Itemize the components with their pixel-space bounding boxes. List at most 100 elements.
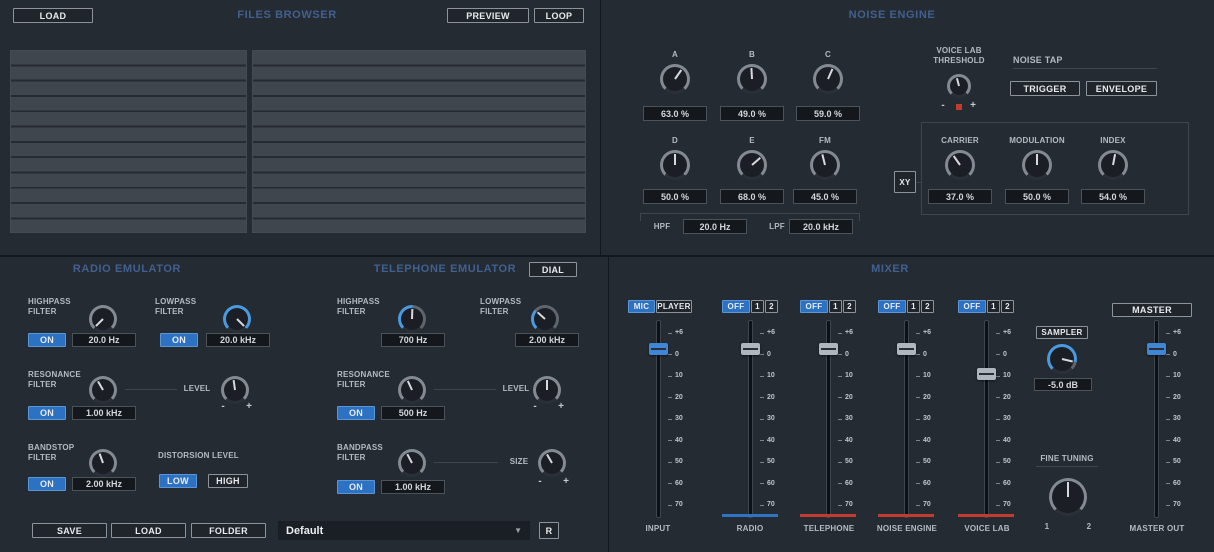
knob-a-label: A (645, 50, 705, 60)
radio-level-knob[interactable] (221, 376, 249, 404)
xy-button[interactable]: XY (894, 171, 916, 193)
envelope-button[interactable]: ENVELOPE (1086, 81, 1157, 96)
telephone-level-knob[interactable] (533, 376, 561, 404)
fine-tuning-label: FINE TUNING (1036, 454, 1098, 464)
dial-button[interactable]: DIAL (529, 262, 577, 277)
master-button[interactable]: MASTER (1112, 303, 1192, 317)
sampler-knob[interactable] (1047, 344, 1077, 374)
radio-2-button[interactable]: 2 (765, 300, 778, 313)
index-value[interactable]: 54.0 % (1081, 189, 1145, 204)
radio-bandstop-knob[interactable] (89, 449, 117, 477)
knob-a-value[interactable]: 63.0 % (643, 106, 707, 121)
telephone-bandpass-on-button[interactable]: ON (337, 480, 375, 494)
radio-highpass-knob[interactable] (89, 305, 117, 333)
noise-fader-handle[interactable] (897, 343, 916, 355)
fader-scale-mark: 20 (916, 394, 931, 402)
knob-d-value[interactable]: 50.0 % (643, 189, 707, 204)
voice-lab-threshold-knob[interactable] (947, 74, 971, 98)
sampler-button[interactable]: SAMPLER (1036, 326, 1088, 339)
radio-bandstop-on-button[interactable]: ON (28, 477, 66, 491)
knob-e[interactable] (737, 150, 767, 180)
telephone-bandpass-knob[interactable] (398, 449, 426, 477)
knob-c-value[interactable]: 59.0 % (796, 106, 860, 121)
telephone-1-button[interactable]: 1 (829, 300, 842, 313)
carrier-value[interactable]: 37.0 % (928, 189, 992, 204)
voice-lab-2-button[interactable]: 2 (1001, 300, 1014, 313)
sampler-value[interactable]: -5.0 dB (1034, 378, 1092, 391)
preset-save-button[interactable]: SAVE (32, 523, 107, 538)
fader-scale-mark: 30 (668, 415, 683, 423)
fader-scale-mark: +6 (668, 329, 683, 337)
fine-tuning-knob[interactable] (1049, 478, 1087, 516)
fader-scale-mark: 70 (668, 501, 683, 509)
index-label: INDEX (1083, 136, 1143, 146)
radio-fader-handle[interactable] (741, 343, 760, 355)
knob-c[interactable] (813, 64, 843, 94)
knob-fm[interactable] (810, 150, 840, 180)
knob-b[interactable] (737, 64, 767, 94)
carrier-knob[interactable] (945, 150, 975, 180)
noise-1-button[interactable]: 1 (907, 300, 920, 313)
radio-1-button[interactable]: 1 (751, 300, 764, 313)
telephone-resonance-knob[interactable] (398, 376, 426, 404)
telephone-size-knob[interactable] (538, 449, 566, 477)
voice-lab-fader-track[interactable] (984, 320, 989, 518)
voice-lab-off-button[interactable]: OFF (958, 300, 986, 313)
hpf-value[interactable]: 20.0 Hz (683, 219, 747, 234)
preset-load-button[interactable]: LOAD (111, 523, 186, 538)
radio-resonance-knob[interactable] (89, 376, 117, 404)
knob-b-value[interactable]: 49.0 % (720, 106, 784, 121)
telephone-highpass-knob[interactable] (398, 305, 426, 333)
divider-horizontal (0, 255, 1214, 257)
preset-select[interactable]: Default ▼ (278, 521, 530, 540)
voice-lab-fader-handle[interactable] (977, 368, 996, 380)
radio-off-button[interactable]: OFF (722, 300, 750, 313)
telephone-2-button[interactable]: 2 (843, 300, 856, 313)
telephone-channel-label: TELEPHONE (795, 524, 863, 534)
radio-resonance-value[interactable]: 1.00 kHz (72, 406, 136, 420)
preview-button[interactable]: PREVIEW (447, 8, 529, 23)
modulation-value[interactable]: 50.0 % (1005, 189, 1069, 204)
radio-lowpass-value[interactable]: 20.0 kHz (206, 333, 270, 347)
modulation-knob[interactable] (1022, 150, 1052, 180)
radio-bandstop-value[interactable]: 2.00 kHz (72, 477, 136, 491)
telephone-off-button[interactable]: OFF (800, 300, 828, 313)
file-list-right[interactable] (252, 50, 586, 233)
fader-scale-mark: 40 (668, 437, 683, 445)
telephone-resonance-on-button[interactable]: ON (337, 406, 375, 420)
radio-lowpass-knob[interactable] (223, 305, 251, 333)
distorsion-low-button[interactable]: LOW (159, 474, 197, 488)
index-knob[interactable] (1098, 150, 1128, 180)
voice-lab-channel-color-bar (958, 514, 1014, 517)
telephone-lowpass-value[interactable]: 2.00 kHz (515, 333, 579, 347)
telephone-lowpass-knob[interactable] (531, 305, 559, 333)
radio-lowpass-on-button[interactable]: ON (160, 333, 198, 347)
telephone-resonance-value[interactable]: 500 Hz (381, 406, 445, 420)
radio-resonance-on-button[interactable]: ON (28, 406, 66, 420)
files-load-button[interactable]: LOAD (13, 8, 93, 23)
radio-highpass-value[interactable]: 20.0 Hz (72, 333, 136, 347)
noise-off-button[interactable]: OFF (878, 300, 906, 313)
knob-d[interactable] (660, 150, 690, 180)
telephone-bandpass-value[interactable]: 1.00 kHz (381, 480, 445, 494)
voice-lab-1-button[interactable]: 1 (987, 300, 1000, 313)
distorsion-high-button[interactable]: HIGH (208, 474, 248, 488)
knob-e-value[interactable]: 68.0 % (720, 189, 784, 204)
preset-folder-button[interactable]: FOLDER (191, 523, 266, 538)
lpf-value[interactable]: 20.0 kHz (789, 219, 853, 234)
radio-highpass-on-button[interactable]: ON (28, 333, 66, 347)
telephone-fader-handle[interactable] (819, 343, 838, 355)
input-player-button[interactable]: PLAYER (656, 300, 692, 313)
loop-button[interactable]: LOOP (534, 8, 584, 23)
master-fader-handle[interactable] (1147, 343, 1166, 355)
telephone-highpass-value[interactable]: 700 Hz (381, 333, 445, 347)
input-fader-handle[interactable] (649, 343, 668, 355)
knob-fm-value[interactable]: 45.0 % (793, 189, 857, 204)
fader-scale-mark: 60 (760, 480, 775, 488)
input-mic-button[interactable]: MIC (628, 300, 655, 313)
knob-a[interactable] (660, 64, 690, 94)
preset-r-button[interactable]: R (539, 522, 559, 539)
trigger-button[interactable]: TRIGGER (1010, 81, 1080, 96)
noise-2-button[interactable]: 2 (921, 300, 934, 313)
file-list-left[interactable] (10, 50, 247, 233)
